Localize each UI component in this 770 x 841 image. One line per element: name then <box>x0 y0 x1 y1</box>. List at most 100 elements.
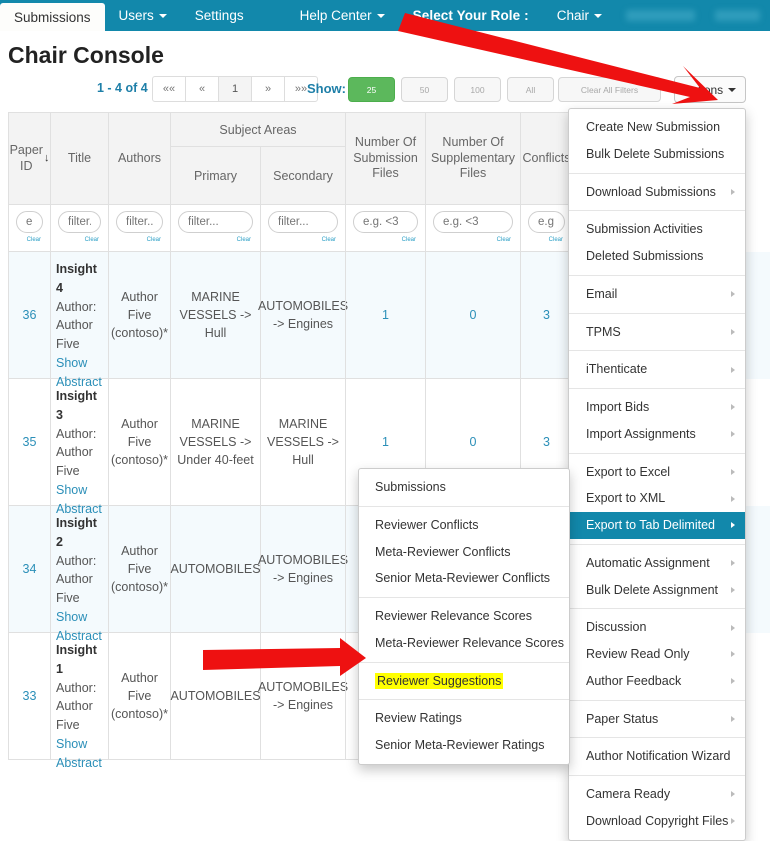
select-your-role-label: Select Your Role : <box>399 0 543 31</box>
nav-tab-help-center[interactable]: Help Center <box>286 0 399 31</box>
menu-item-label: TPMS <box>586 324 621 339</box>
submenu-item-reviewer-conflicts[interactable]: Reviewer Conflicts <box>359 512 569 539</box>
pagination[interactable]: «« « 1 » »» <box>152 76 318 102</box>
col-header-paper-id[interactable]: Paper ID ↓ <box>8 112 50 205</box>
menu-item-export-to-tab-delimited[interactable]: Export to Tab Delimited <box>569 512 745 539</box>
menu-item-import-bids[interactable]: Import Bids <box>569 394 745 421</box>
submenu-item-label: Reviewer Suggestions <box>375 672 504 689</box>
col-group-subject-areas-label: Subject Areas <box>170 112 345 146</box>
cell-title-text: Insight 2 <box>56 516 97 549</box>
cell-paper-id[interactable]: 36 <box>8 252 50 379</box>
page-size-100-button[interactable]: 100 <box>454 77 501 102</box>
actions-button-label: Actions <box>683 82 724 97</box>
menu-item-paper-status[interactable]: Paper Status <box>569 706 745 733</box>
col-header-authors[interactable]: Authors <box>108 112 170 205</box>
col-header-conflicts[interactable]: Conflicts <box>520 112 572 205</box>
col-header-secondary[interactable]: Secondary <box>260 146 345 205</box>
cell-number-of-submission-files[interactable]: 1 <box>345 252 425 379</box>
cell-conflicts[interactable]: 3 <box>520 252 572 379</box>
filter-clear-title[interactable]: Clear <box>85 237 99 243</box>
filter-clear-secondary[interactable]: Clear <box>322 237 336 243</box>
page-size-25-button[interactable]: 25 <box>348 77 395 102</box>
filter-input-paper-id[interactable] <box>16 211 43 233</box>
cell-paper-id[interactable]: 34 <box>8 506 50 633</box>
submenu-item-meta-reviewer-conflicts[interactable]: Meta-Reviewer Conflicts <box>359 539 569 566</box>
menu-item-download-submissions[interactable]: Download Submissions <box>569 179 745 206</box>
pager-page-1-button[interactable]: 1 <box>218 76 252 102</box>
cell-title-author-label: Author: <box>56 680 97 695</box>
cell-number-of-supplementary-files[interactable]: 0 <box>425 252 520 379</box>
menu-item-label: Paper Status <box>586 711 659 726</box>
menu-item-discussion[interactable]: Discussion <box>569 614 745 641</box>
filter-clear-primary[interactable]: Clear <box>237 237 251 243</box>
pager-prev-button[interactable]: « <box>185 76 219 102</box>
menu-item-export-to-excel[interactable]: Export to Excel <box>569 459 745 486</box>
filter-clear-number-of-submission-files[interactable]: Clear <box>402 237 416 243</box>
submenu-item-review-ratings[interactable]: Review Ratings <box>359 705 569 732</box>
filter-input-title[interactable] <box>58 211 101 233</box>
cell-primary: AUTOMOBILES <box>170 633 261 760</box>
menu-item-label: Author Notification Wizard <box>586 749 731 764</box>
menu-item-bulk-delete-assignment[interactable]: Bulk Delete Assignment <box>569 577 745 604</box>
cell-title: Insight 1 Author: Author Five Show Abstr… <box>50 633 108 770</box>
menu-item-tpms[interactable]: TPMS <box>569 319 745 346</box>
menu-item-download-copyright-files[interactable]: Download Copyright Files <box>569 808 745 835</box>
cell-title-author: Author Five <box>56 445 93 478</box>
menu-item-submission-activities[interactable]: Submission Activities <box>569 216 745 243</box>
filter-clear-authors[interactable]: Clear <box>147 237 161 243</box>
chevron-right-icon <box>731 495 735 502</box>
col-header-number-of-submission-files[interactable]: Number Of Submission Files <box>345 112 425 205</box>
submenu-item-meta-reviewer-relevance-scores[interactable]: Meta-Reviewer Relevance Scores <box>359 630 569 657</box>
filter-input-number-of-supplementary-files[interactable] <box>433 211 513 233</box>
pager-first-button[interactable]: «« <box>152 76 186 102</box>
submenu-item-reviewer-relevance-scores[interactable]: Reviewer Relevance Scores <box>359 603 569 630</box>
actions-button[interactable]: Actions <box>674 76 746 103</box>
filter-cell-authors: Clear <box>108 205 170 252</box>
pager-next-button[interactable]: » <box>251 76 285 102</box>
select-your-role-text: Select Your Role : <box>412 8 529 23</box>
clear-all-filters-button[interactable]: Clear All Filters <box>558 77 661 102</box>
menu-item-camera-ready[interactable]: Camera Ready <box>569 781 745 808</box>
menu-item-review-read-only[interactable]: Review Read Only <box>569 641 745 668</box>
filter-input-number-of-submission-files[interactable] <box>353 211 418 233</box>
filter-input-authors[interactable] <box>116 211 163 233</box>
nav-redacted-item-2[interactable] <box>714 10 760 21</box>
menu-item-ithenticate[interactable]: iThenticate <box>569 356 745 383</box>
menu-item-author-feedback[interactable]: Author Feedback <box>569 668 745 695</box>
nav-tab-settings[interactable]: Settings <box>181 0 258 31</box>
col-header-primary[interactable]: Primary <box>170 146 260 205</box>
filter-input-conflicts[interactable] <box>528 211 565 233</box>
cell-paper-id[interactable]: 33 <box>8 633 50 760</box>
nav-tab-users[interactable]: Users <box>105 0 181 31</box>
submenu-item-reviewer-suggestions[interactable]: Reviewer Suggestions <box>359 668 569 695</box>
menu-item-automatic-assignment[interactable]: Automatic Assignment <box>569 550 745 577</box>
filter-input-primary[interactable] <box>178 211 253 233</box>
filter-clear-paper-id[interactable]: Clear <box>27 237 41 243</box>
chevron-right-icon <box>731 404 735 411</box>
cell-paper-id[interactable]: 35 <box>8 379 50 506</box>
show-abstract-link[interactable]: Show Abstract <box>56 735 103 773</box>
menu-item-email[interactable]: Email <box>569 281 745 308</box>
cell-title-text: Insight 3 <box>56 389 97 422</box>
chevron-right-icon <box>731 586 735 593</box>
page-size-all-button[interactable]: All <box>507 77 554 102</box>
submenu-item-submissions[interactable]: Submissions <box>359 474 569 501</box>
menu-item-bulk-delete-submissions[interactable]: Bulk Delete Submissions <box>569 141 745 168</box>
menu-item-deleted-submissions[interactable]: Deleted Submissions <box>569 243 745 270</box>
filter-clear-conflicts[interactable]: Clear <box>549 237 563 243</box>
menu-item-export-to-xml[interactable]: Export to XML <box>569 485 745 512</box>
page-size-50-button[interactable]: 50 <box>401 77 448 102</box>
menu-item-create-new-submission[interactable]: Create New Submission <box>569 114 745 141</box>
submenu-item-senior-meta-reviewer-ratings[interactable]: Senior Meta-Reviewer Ratings <box>359 732 569 759</box>
submenu-item-senior-meta-reviewer-conflicts[interactable]: Senior Meta-Reviewer Conflicts <box>359 565 569 592</box>
filter-input-secondary[interactable] <box>268 211 338 233</box>
col-header-title[interactable]: Title <box>50 112 108 205</box>
nav-tab-submissions[interactable]: Submissions <box>0 3 105 31</box>
col-header-number-of-supplementary-files[interactable]: Number Of Supplementary Files <box>425 112 520 205</box>
nav-redacted-item-1[interactable] <box>625 10 695 21</box>
nav-role-chair[interactable]: Chair <box>543 0 616 31</box>
menu-item-author-notification-wizard[interactable]: Author Notification Wizard <box>569 743 745 770</box>
menu-separator <box>359 505 569 507</box>
menu-item-import-assignments[interactable]: Import Assignments <box>569 421 745 448</box>
filter-clear-number-of-supplementary-files[interactable]: Clear <box>497 237 511 243</box>
